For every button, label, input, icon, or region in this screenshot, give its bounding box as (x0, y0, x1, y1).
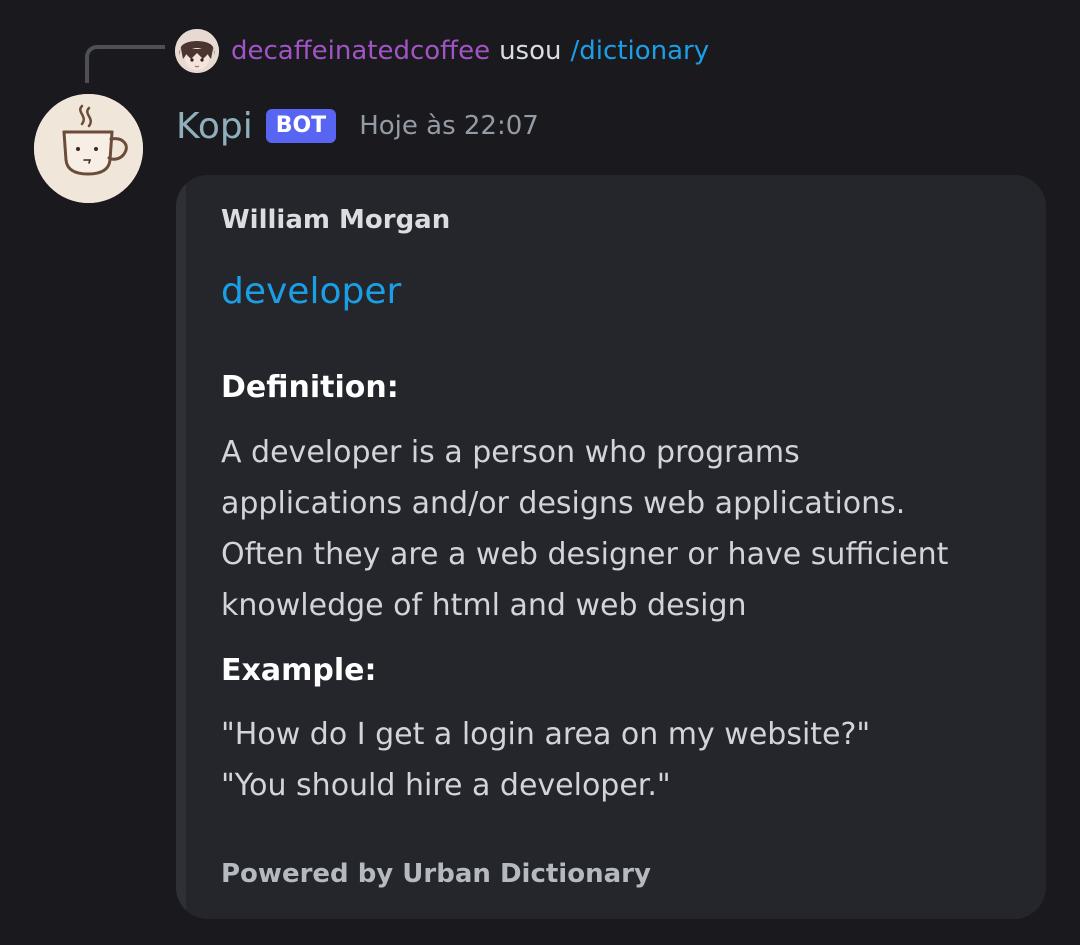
reply-verb: usou (499, 36, 562, 66)
definition-line: Often they are a web designer or have su… (221, 537, 949, 572)
embed-footer: Powered by Urban Dictionary (221, 859, 651, 889)
definition-label: Definition: (221, 370, 399, 405)
reply-connector-line (85, 45, 165, 83)
example-line: "How do I get a login area on my website… (221, 717, 871, 752)
reply-user-avatar[interactable] (175, 29, 219, 73)
message-timestamp: Hoje às 22:07 (359, 111, 539, 141)
example-text: "How do I get a login area on my website… (221, 709, 1021, 811)
dictionary-embed: William Morgan developer Definition: A d… (176, 175, 1046, 919)
reply-username[interactable]: decaffeinatedcoffee (231, 36, 490, 66)
definition-text: A developer is a person who programs app… (221, 427, 1021, 631)
example-label: Example: (221, 653, 377, 688)
reply-reference[interactable]: decaffeinatedcoffee usou /dictionary (175, 28, 709, 74)
example-line: "You should hire a developer." (221, 768, 671, 803)
definition-line: A developer is a person who programs (221, 435, 800, 470)
message-header: Kopi BOT Hoje às 22:07 (176, 100, 539, 152)
embed-title-link[interactable]: developer (221, 271, 401, 312)
embed-accent-bar (176, 175, 186, 919)
definition-line: knowledge of html and web design (221, 588, 747, 623)
bot-avatar[interactable] (34, 94, 143, 203)
embed-author: William Morgan (221, 205, 451, 235)
coffee-cup-face-icon (34, 94, 143, 203)
slash-command-link[interactable]: /dictionary (571, 36, 710, 66)
bot-badge: BOT (265, 109, 337, 143)
bot-username[interactable]: Kopi (176, 106, 253, 147)
definition-line: applications and/or designs web applicat… (221, 486, 906, 521)
